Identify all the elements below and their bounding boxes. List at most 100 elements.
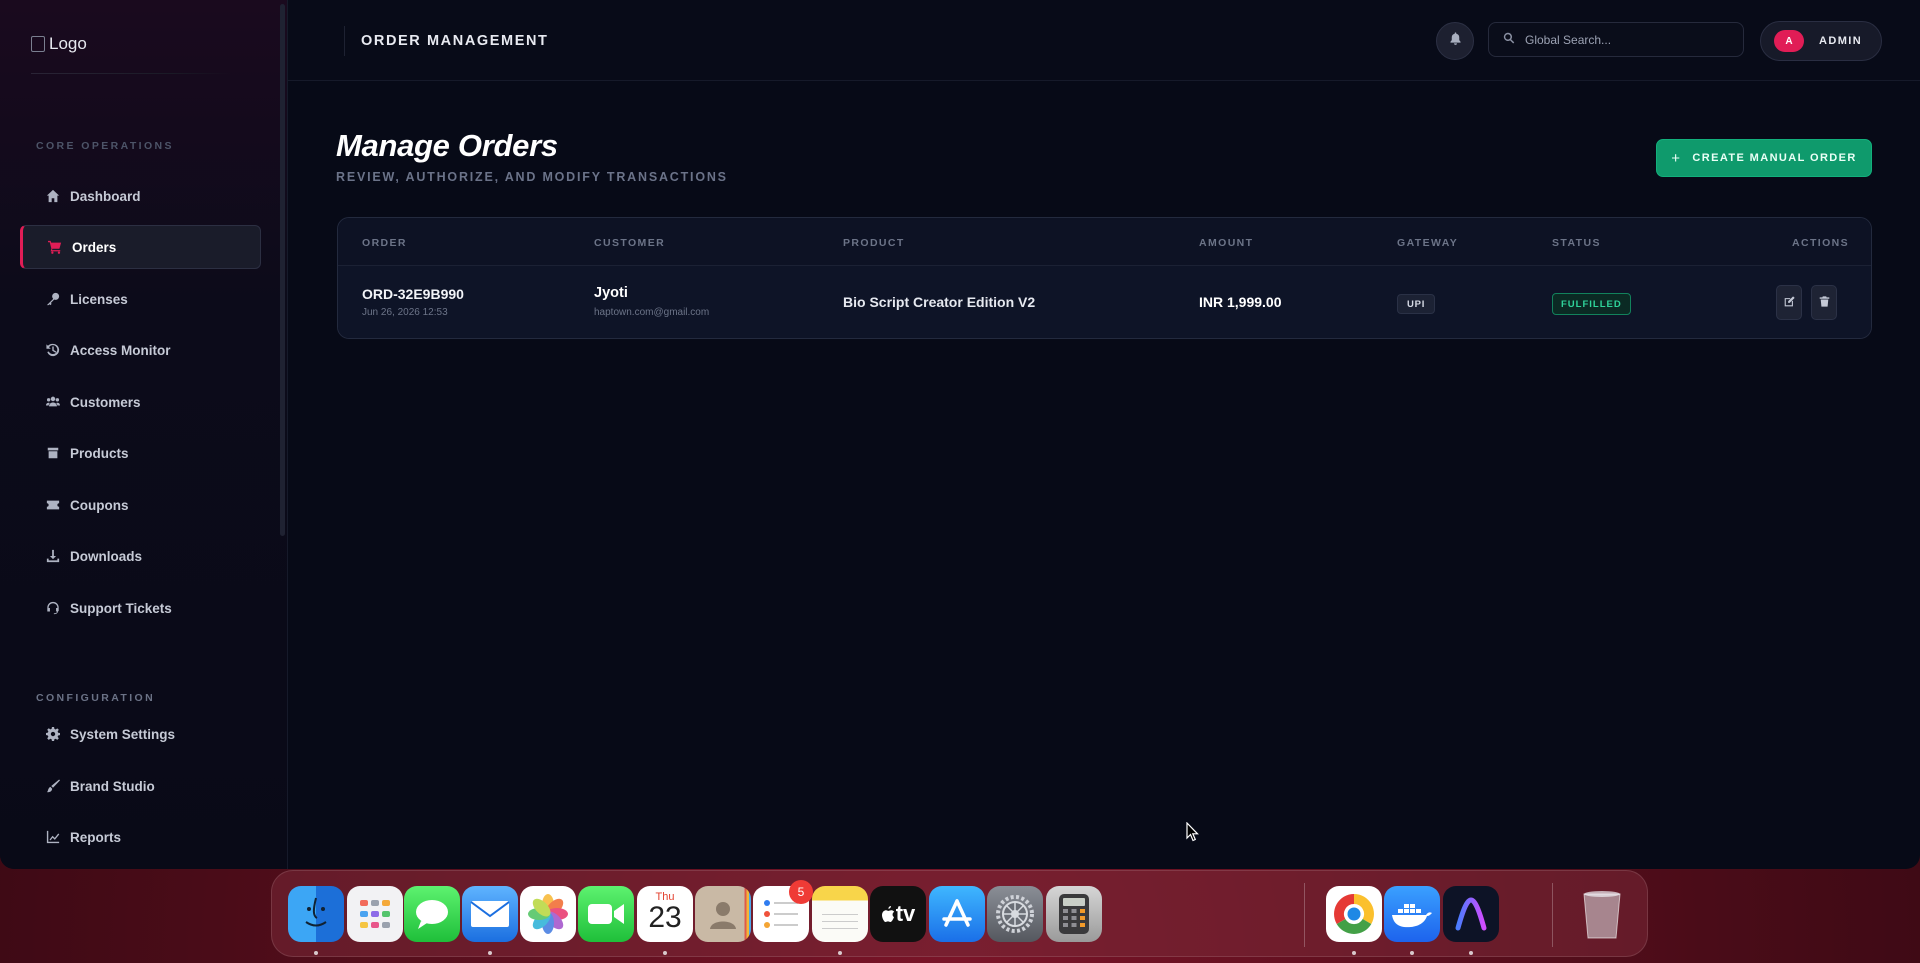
apple-tv-icon[interactable]: tv xyxy=(870,886,926,942)
column-header-gateway[interactable]: GATEWAY xyxy=(1397,237,1458,249)
broken-image-icon xyxy=(31,36,45,52)
create-button-label: CREATE MANUAL ORDER xyxy=(1692,152,1857,164)
trash-bin-icon[interactable] xyxy=(1574,886,1630,942)
column-header-actions: ACTIONS xyxy=(1792,237,1850,249)
global-search[interactable] xyxy=(1488,22,1744,57)
sidebar: Logo CORE OPERATIONS Dashboard Orders Li… xyxy=(0,0,288,869)
trash-icon xyxy=(1819,294,1830,312)
search-icon xyxy=(1503,31,1525,49)
page-title: Manage Orders xyxy=(336,128,558,163)
users-icon xyxy=(46,395,60,409)
sidebar-item-label: Customers xyxy=(70,394,141,410)
sidebar-item-label: Dashboard xyxy=(70,188,141,204)
running-indicator xyxy=(488,951,492,955)
facetime-icon[interactable] xyxy=(578,886,634,942)
sidebar-item-label: Reports xyxy=(70,829,122,845)
macos-dock: Thu 23 5 tv xyxy=(271,870,1648,957)
sidebar-item-label: Support Tickets xyxy=(70,600,172,616)
calendar-icon[interactable]: Thu 23 xyxy=(637,886,693,942)
notifications-button[interactable] xyxy=(1436,22,1474,60)
sidebar-item-orders[interactable]: Orders xyxy=(20,225,261,269)
sidebar-item-label: Orders xyxy=(72,239,117,255)
sidebar-item-dashboard[interactable]: Dashboard xyxy=(20,174,261,218)
app-store-icon[interactable] xyxy=(929,886,985,942)
running-indicator xyxy=(838,951,842,955)
sidebar-item-label: Access Monitor xyxy=(70,342,171,358)
running-indicator xyxy=(1410,951,1414,955)
sidebar-item-label: Downloads xyxy=(70,548,143,564)
dock-divider xyxy=(1552,883,1553,947)
column-header-status[interactable]: STATUS xyxy=(1552,237,1601,249)
photos-icon[interactable] xyxy=(520,886,576,942)
sidebar-item-label: Products xyxy=(70,445,129,461)
gateway-badge: UPI xyxy=(1397,294,1436,314)
sidebar-item-customers[interactable]: Customers xyxy=(20,380,261,424)
sidebar-item-reports[interactable]: Reports xyxy=(20,815,261,859)
order-date: Jun 26, 2026 12:53 xyxy=(362,307,448,318)
app-arc-icon[interactable] xyxy=(1443,886,1499,942)
headset-icon xyxy=(46,601,60,615)
sidebar-item-label: Brand Studio xyxy=(70,778,155,794)
mail-icon[interactable] xyxy=(462,886,518,942)
sidebar-item-coupons[interactable]: Coupons xyxy=(20,483,261,527)
system-settings-icon[interactable] xyxy=(987,886,1043,942)
status-badge: FULFILLED xyxy=(1552,293,1631,315)
sidebar-scrollbar[interactable] xyxy=(280,4,285,536)
user-menu[interactable]: A ADMIN xyxy=(1760,21,1882,61)
sidebar-item-access-monitor[interactable]: Access Monitor xyxy=(20,328,261,372)
column-header-customer[interactable]: CUSTOMER xyxy=(594,237,665,249)
create-manual-order-button[interactable]: + CREATE MANUAL ORDER xyxy=(1656,139,1872,177)
running-indicator xyxy=(1352,951,1356,955)
bell-icon xyxy=(1449,32,1462,50)
app-window: Logo CORE OPERATIONS Dashboard Orders Li… xyxy=(0,0,1920,869)
table-row[interactable]: ORD-32E9B990 Jun 26, 2026 12:53 Jyoti ha… xyxy=(338,266,1871,338)
ticket-icon xyxy=(46,498,60,512)
sidebar-item-downloads[interactable]: Downloads xyxy=(20,534,261,578)
sidebar-item-licenses[interactable]: Licenses xyxy=(20,277,261,321)
sidebar-item-system-settings[interactable]: System Settings xyxy=(20,712,261,756)
running-indicator xyxy=(314,951,318,955)
brush-icon xyxy=(46,779,60,793)
sidebar-item-products[interactable]: Products xyxy=(20,431,261,475)
order-id[interactable]: ORD-32E9B990 xyxy=(362,286,464,302)
chrome-icon[interactable] xyxy=(1326,886,1382,942)
plus-icon: + xyxy=(1671,149,1682,167)
gear-icon xyxy=(46,727,60,741)
order-amount: INR 1,999.00 xyxy=(1199,294,1282,310)
avatar: A xyxy=(1774,30,1804,52)
topbar: ORDER MANAGEMENT A ADMIN xyxy=(288,0,1920,81)
home-icon xyxy=(46,189,60,203)
topbar-separator xyxy=(344,26,345,56)
logo[interactable]: Logo xyxy=(31,34,87,54)
customer-email: haptown.com@gmail.com xyxy=(594,307,710,318)
delete-order-button[interactable] xyxy=(1811,285,1837,320)
running-indicator xyxy=(663,951,667,955)
history-icon xyxy=(46,343,60,357)
column-header-amount[interactable]: AMOUNT xyxy=(1199,237,1253,249)
docker-icon[interactable] xyxy=(1384,886,1440,942)
mouse-cursor-icon xyxy=(1186,822,1199,842)
sidebar-item-brand-studio[interactable]: Brand Studio xyxy=(20,764,261,808)
page-subtitle: REVIEW, AUTHORIZE, AND MODIFY TRANSACTIO… xyxy=(336,170,728,184)
notes-icon[interactable] xyxy=(812,886,868,942)
orders-table: ORDER CUSTOMER PRODUCT AMOUNT GATEWAY ST… xyxy=(337,217,1872,339)
column-header-order[interactable]: ORDER xyxy=(362,237,407,249)
column-header-product[interactable]: PRODUCT xyxy=(843,237,905,249)
cart-icon xyxy=(48,240,62,254)
sidebar-item-label: Licenses xyxy=(70,291,128,307)
search-input[interactable] xyxy=(1525,32,1725,47)
edit-order-button[interactable] xyxy=(1776,285,1802,320)
finder-icon[interactable] xyxy=(288,886,344,942)
edit-icon xyxy=(1784,294,1795,312)
section-label-config: CONFIGURATION xyxy=(36,692,156,704)
section-label-core: CORE OPERATIONS xyxy=(36,140,174,152)
sidebar-item-support-tickets[interactable]: Support Tickets xyxy=(20,586,261,630)
messages-icon[interactable] xyxy=(404,886,460,942)
contacts-icon[interactable] xyxy=(695,886,751,942)
running-indicator xyxy=(1469,951,1473,955)
reminders-icon[interactable]: 5 xyxy=(753,880,813,942)
chart-line-icon xyxy=(46,830,60,844)
calculator-icon[interactable] xyxy=(1046,886,1102,942)
launchpad-icon[interactable] xyxy=(347,886,403,942)
section-title: ORDER MANAGEMENT xyxy=(361,33,549,49)
